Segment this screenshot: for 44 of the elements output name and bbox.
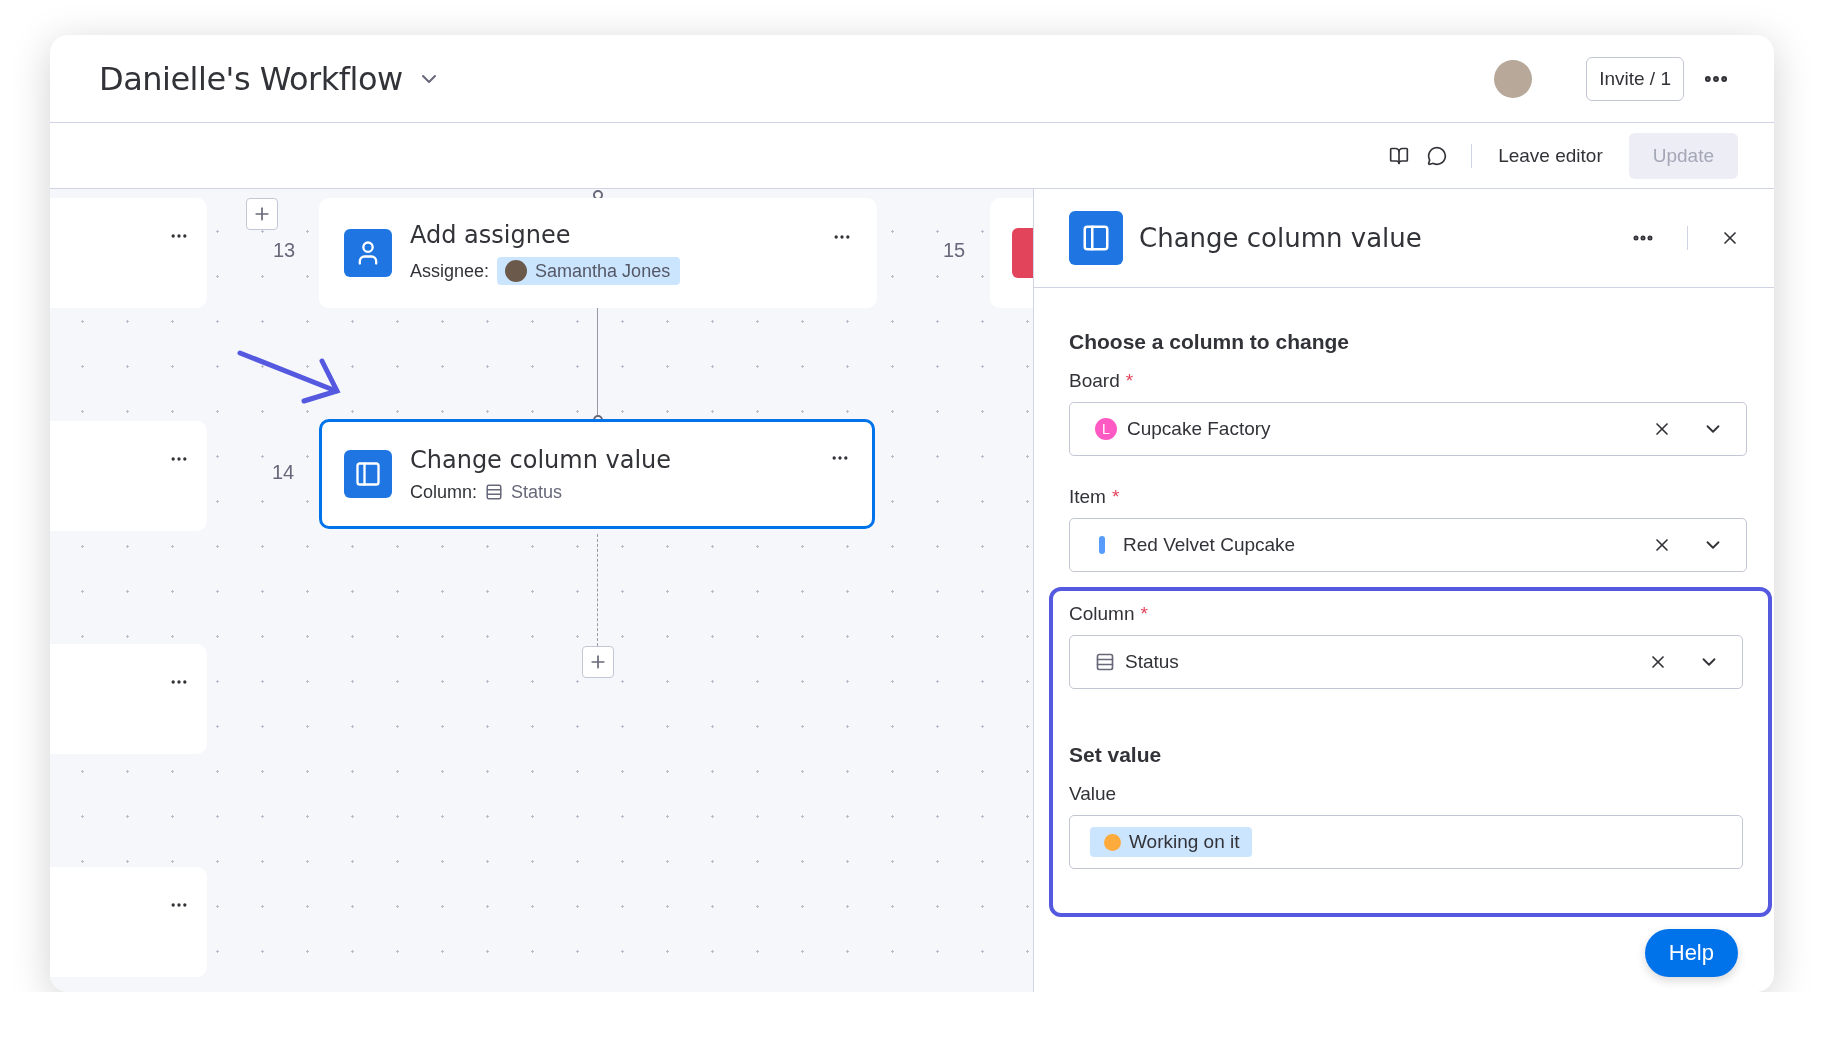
- step-title: Change column value: [410, 445, 673, 474]
- help-button[interactable]: Help: [1644, 929, 1738, 977]
- add-step-button[interactable]: [582, 646, 614, 678]
- select-field[interactable]: L Cupcake Factory: [1069, 402, 1747, 456]
- assignee-chip: Samantha Jones: [497, 257, 681, 285]
- add-step-button[interactable]: [246, 198, 278, 230]
- step-number: 14: [272, 461, 295, 484]
- field-label: Value: [1069, 783, 1117, 805]
- field-label: Item: [1069, 486, 1106, 508]
- select-value: Status: [1125, 651, 1180, 673]
- step-field-label: Assignee:: [410, 260, 490, 282]
- workflow-title: Danielle's Workflow: [99, 59, 403, 98]
- step-field-label: Column:: [410, 481, 478, 503]
- select-value: Cupcake Factory: [1127, 418, 1272, 440]
- person-avatar: [505, 260, 528, 282]
- step-number: 15: [943, 239, 966, 262]
- step-card[interactable]: Add assignee Assignee: Samantha Jones: [319, 198, 877, 308]
- required-mark: *: [1125, 370, 1134, 392]
- panel-title: Change column value: [1139, 223, 1423, 253]
- step-title: Add assignee: [410, 221, 572, 249]
- select-field[interactable]: Status: [1069, 635, 1743, 689]
- required-mark: *: [1111, 486, 1120, 508]
- value-field[interactable]: Working on it: [1069, 815, 1743, 869]
- column-icon: [344, 450, 392, 498]
- step-number: 13: [273, 239, 296, 262]
- person-icon: [344, 229, 392, 277]
- required-mark: *: [1140, 603, 1148, 625]
- select-value: Red Velvet Cupcake: [1123, 534, 1297, 556]
- status-chip: Working on it: [1090, 827, 1252, 857]
- status-dot: [1104, 833, 1121, 851]
- invite-button[interactable]: Invite / 1: [1586, 56, 1684, 101]
- status-column-icon: [485, 483, 504, 501]
- field-label: Column: [1069, 603, 1135, 625]
- status-column-icon: [1095, 652, 1115, 672]
- step-field-value: Status: [511, 481, 563, 503]
- select-field[interactable]: Red Velvet Cupcake: [1069, 518, 1747, 572]
- leave-editor-button[interactable]: Leave editor: [1492, 143, 1609, 168]
- section-title: Choose a column to change: [1069, 330, 1351, 354]
- field-label: Board: [1069, 370, 1120, 392]
- section-title: Set value: [1069, 743, 1163, 767]
- item-color-bar: [1099, 536, 1105, 554]
- board-badge: L: [1095, 418, 1117, 440]
- step-card[interactable]: Change column value Column: Status: [319, 419, 875, 529]
- column-icon: [1069, 211, 1123, 265]
